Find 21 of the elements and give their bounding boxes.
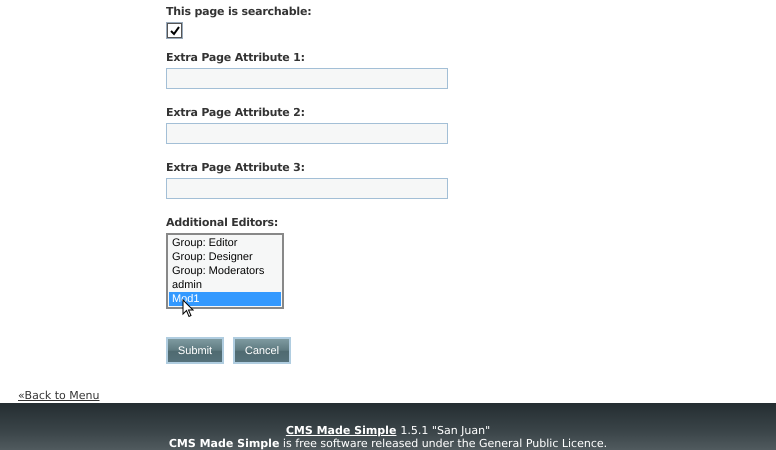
form-button[interactable]: Cancel	[233, 337, 291, 364]
field-label: Extra Page Attribute 3:	[166, 161, 305, 174]
input-field[interactable]	[166, 178, 448, 199]
field-label: Extra Page Attribute 2:	[166, 106, 305, 119]
version-text: 1.5.1 "San Juan"	[400, 424, 490, 437]
back-link[interactable]: «Back to Menu	[18, 389, 100, 402]
input-field[interactable]	[166, 123, 448, 144]
checkmark-icon	[170, 26, 180, 36]
field-label: This page is searchable:	[166, 5, 312, 18]
list-option[interactable]: Group: Moderators	[169, 264, 281, 278]
editors-listbox[interactable]: Group: Editor Group: Designer Group: Moderators admin Mod1	[166, 233, 284, 309]
searchable-checkbox[interactable]	[166, 22, 183, 39]
input-field[interactable]	[166, 68, 448, 89]
cms-link[interactable]: CMS Made Simple	[286, 424, 396, 437]
form-button[interactable]: Submit	[166, 337, 224, 364]
list-option[interactable]: admin	[169, 278, 281, 292]
field-label: Extra Page Attribute 1:	[166, 51, 305, 64]
licence-text: CMS Made Simple is free software released under the General Public Licence.	[168, 437, 608, 450]
field-label: Additional Editors:	[166, 216, 278, 229]
list-option[interactable]: Group: Editor	[169, 236, 281, 250]
list-option[interactable]: Group: Designer	[169, 250, 281, 264]
